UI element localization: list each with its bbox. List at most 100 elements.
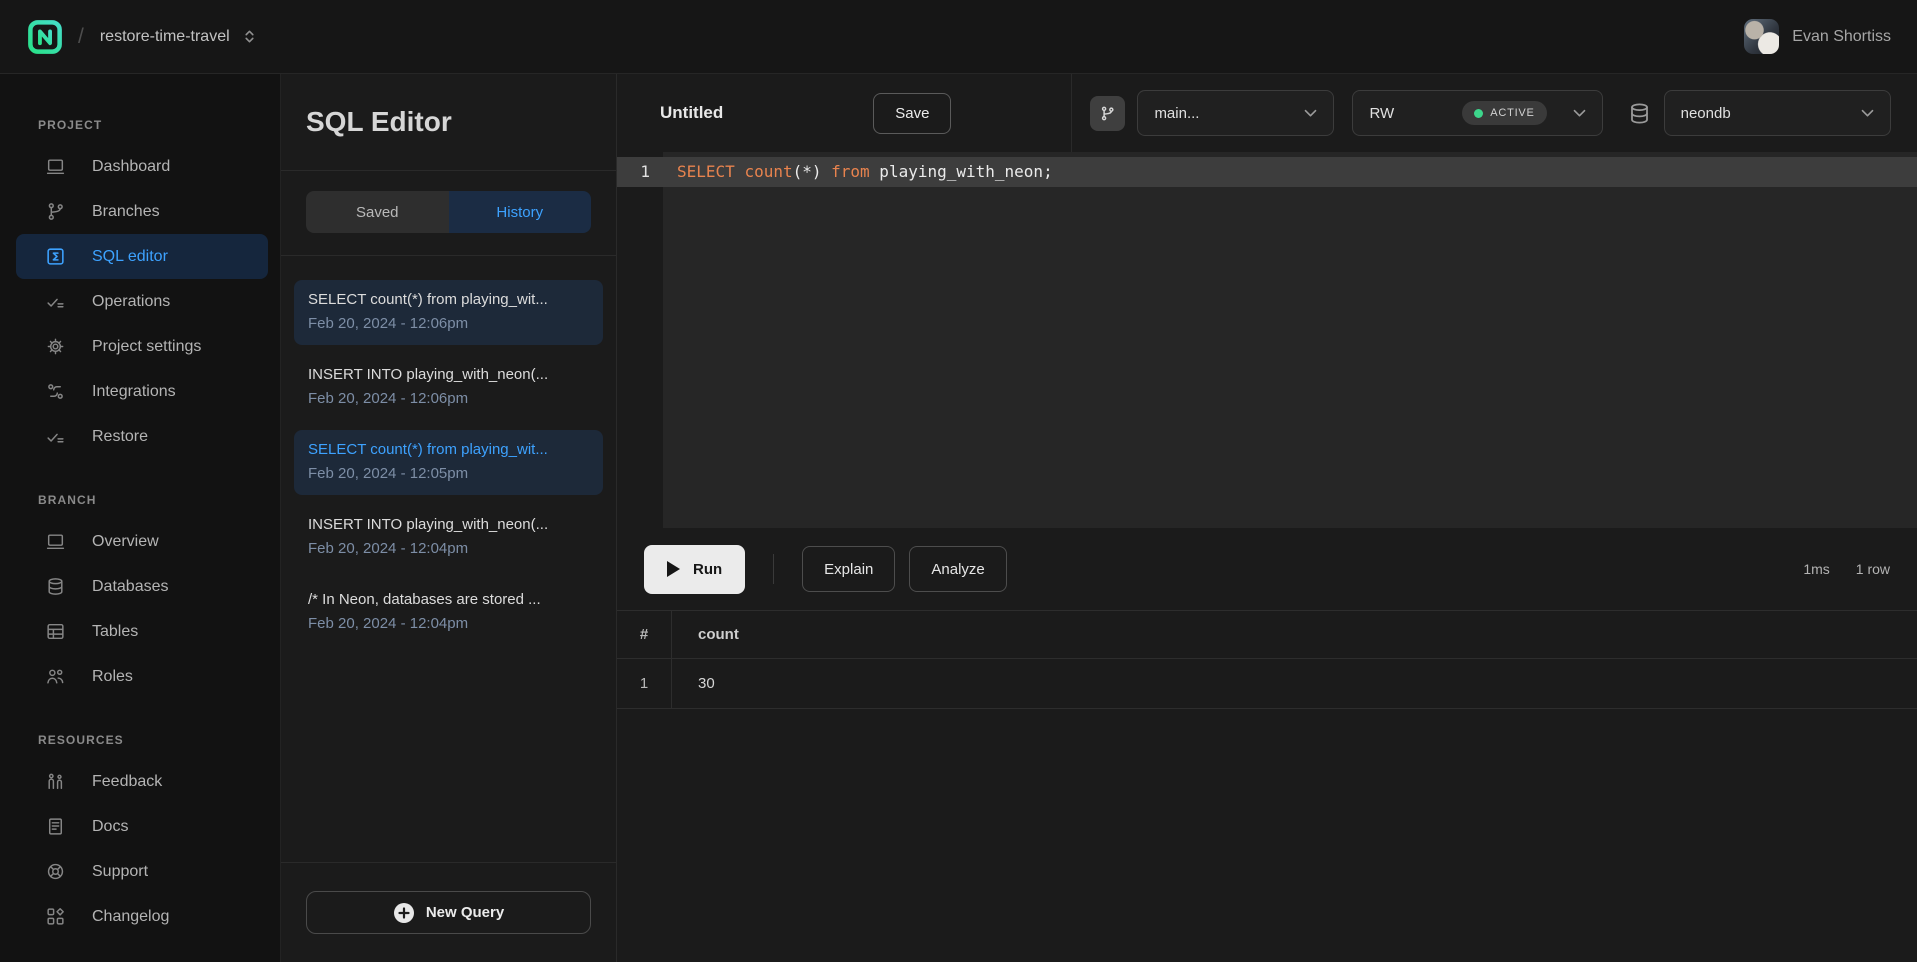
sidebar-item-sql-editor[interactable]: SQL editor <box>16 234 268 279</box>
docs-icon <box>44 816 66 838</box>
chevron-down-icon <box>1573 109 1586 118</box>
tab-saved[interactable]: Saved <box>306 191 449 233</box>
database-select[interactable]: neondb <box>1664 90 1891 136</box>
sql-editor-icon <box>44 246 66 268</box>
user-name: Evan Shortiss <box>1792 28 1891 46</box>
history-item[interactable]: INSERT INTO playing_with_neon(... Feb 20… <box>294 355 603 420</box>
neon-logo-icon[interactable] <box>26 18 64 56</box>
project-switcher[interactable]: restore-time-travel <box>100 28 257 46</box>
explain-button[interactable]: Explain <box>802 546 895 592</box>
sidebar: PROJECT Dashboard Branches <box>0 74 281 962</box>
new-query-button[interactable]: New Query <box>306 891 591 934</box>
editor-empty-area[interactable] <box>617 187 1917 528</box>
sidebar-item-support[interactable]: Support <box>16 849 268 894</box>
query-title: Untitled <box>660 103 723 123</box>
sidebar-item-operations[interactable]: Operations <box>16 279 268 324</box>
sidebar-section-branch: BRANCH Overview Databases <box>16 493 268 699</box>
page-title: SQL Editor <box>306 106 452 138</box>
history-query-text: INSERT INTO playing_with_neon(... <box>308 366 589 383</box>
play-icon <box>667 561 680 577</box>
section-label: PROJECT <box>16 118 268 132</box>
sidebar-item-overview[interactable]: Overview <box>16 519 268 564</box>
history-item[interactable]: /* In Neon, databases are stored ... Feb… <box>294 580 603 645</box>
compute-select[interactable]: RW ACTIVE <box>1352 90 1602 136</box>
history-query-text: SELECT count(*) from playing_wit... <box>308 441 589 458</box>
sidebar-item-feedback[interactable]: Feedback <box>16 759 268 804</box>
editor-actions-row: Run Explain Analyze 1ms 1 row <box>617 528 1917 610</box>
tab-history[interactable]: History <box>449 191 592 233</box>
query-stats: 1ms 1 row <box>1803 561 1890 577</box>
sidebar-item-project-settings[interactable]: Project settings <box>16 324 268 369</box>
history-item[interactable]: INSERT INTO playing_with_neon(... Feb 20… <box>294 505 603 570</box>
sidebar-item-label: Databases <box>92 578 169 596</box>
table-icon <box>44 621 66 643</box>
compute-status-badge: ACTIVE <box>1462 101 1546 125</box>
actions-divider <box>773 554 774 584</box>
dashboard-icon <box>44 156 66 178</box>
sidebar-item-label: Support <box>92 863 148 881</box>
feedback-icon <box>44 771 66 793</box>
chevron-down-icon <box>1304 109 1317 118</box>
sidebar-item-label: Changelog <box>92 908 169 926</box>
app-window: / restore-time-travel Evan Shortiss PROJ… <box>0 0 1917 962</box>
section-label: BRANCH <box>16 493 268 507</box>
sidebar-item-dashboard[interactable]: Dashboard <box>16 144 268 189</box>
analyze-button[interactable]: Analyze <box>909 546 1006 592</box>
sidebar-item-restore[interactable]: Restore <box>16 414 268 459</box>
roles-icon <box>44 666 66 688</box>
sidebar-item-integrations[interactable]: Integrations <box>16 369 268 414</box>
history-timestamp: Feb 20, 2024 - 12:05pm <box>308 465 589 482</box>
history-query-text: SELECT count(*) from playing_wit... <box>308 291 589 308</box>
results-table: # count 1 30 <box>617 610 1917 709</box>
branch-icon <box>1090 96 1125 131</box>
sidebar-item-tables[interactable]: Tables <box>16 609 268 654</box>
overview-icon <box>44 531 66 553</box>
table-row[interactable]: 1 30 <box>617 659 1917 709</box>
query-panel: SQL Editor Saved History SELECT count(*)… <box>281 74 617 962</box>
query-panel-header: SQL Editor <box>281 74 616 171</box>
sidebar-section-resources: RESOURCES Feedback Docs <box>16 733 268 939</box>
history-item[interactable]: SELECT count(*) from playing_wit... Feb … <box>294 430 603 495</box>
project-name: restore-time-travel <box>100 28 230 46</box>
database-icon <box>1627 101 1652 126</box>
code-editor[interactable]: 1 SELECT count(*) from playing_with_neon… <box>617 152 1917 528</box>
sidebar-item-changelog[interactable]: Changelog <box>16 894 268 939</box>
history-query-text: INSERT INTO playing_with_neon(... <box>308 516 589 533</box>
history-timestamp: Feb 20, 2024 - 12:04pm <box>308 540 589 557</box>
history-timestamp: Feb 20, 2024 - 12:06pm <box>308 390 589 407</box>
history-timestamp: Feb 20, 2024 - 12:04pm <box>308 615 589 632</box>
run-label: Run <box>693 561 722 578</box>
line-number: 1 <box>617 157 663 187</box>
branch-select[interactable]: main... <box>1137 90 1334 136</box>
changelog-icon <box>44 906 66 928</box>
code-line-1[interactable]: 1 SELECT count(*) from playing_with_neon… <box>617 157 1917 187</box>
sidebar-item-label: Dashboard <box>92 158 170 176</box>
sidebar-item-roles[interactable]: Roles <box>16 654 268 699</box>
code-text: SELECT count(*) from playing_with_neon; <box>663 157 1917 187</box>
run-button[interactable]: Run <box>644 545 745 594</box>
user-avatar[interactable] <box>1744 19 1779 54</box>
history-item[interactable]: SELECT count(*) from playing_wit... Feb … <box>294 280 603 345</box>
history-query-text: /* In Neon, databases are stored ... <box>308 591 589 608</box>
row-index-cell: 1 <box>617 659 672 708</box>
section-label: RESOURCES <box>16 733 268 747</box>
sidebar-item-label: SQL editor <box>92 248 168 266</box>
history-timestamp: Feb 20, 2024 - 12:06pm <box>308 315 589 332</box>
sidebar-item-docs[interactable]: Docs <box>16 804 268 849</box>
results-header-index: # <box>617 611 672 658</box>
query-tabs-wrap: Saved History <box>281 171 616 256</box>
query-duration: 1ms <box>1803 561 1829 577</box>
editor-toolbar: Untitled Save main... RW ACTIVE <box>617 74 1917 152</box>
branches-icon <box>44 201 66 223</box>
sidebar-item-branches[interactable]: Branches <box>16 189 268 234</box>
query-row-count: 1 row <box>1856 561 1890 577</box>
active-status-dot <box>1474 109 1483 118</box>
query-panel-footer: New Query <box>281 862 616 962</box>
topbar: / restore-time-travel Evan Shortiss <box>0 0 1917 74</box>
sidebar-item-databases[interactable]: Databases <box>16 564 268 609</box>
sidebar-item-label: Branches <box>92 203 160 221</box>
compute-select-value: RW <box>1369 105 1394 122</box>
operations-icon <box>44 291 66 313</box>
sidebar-item-label: Roles <box>92 668 133 686</box>
save-button[interactable]: Save <box>873 93 951 134</box>
